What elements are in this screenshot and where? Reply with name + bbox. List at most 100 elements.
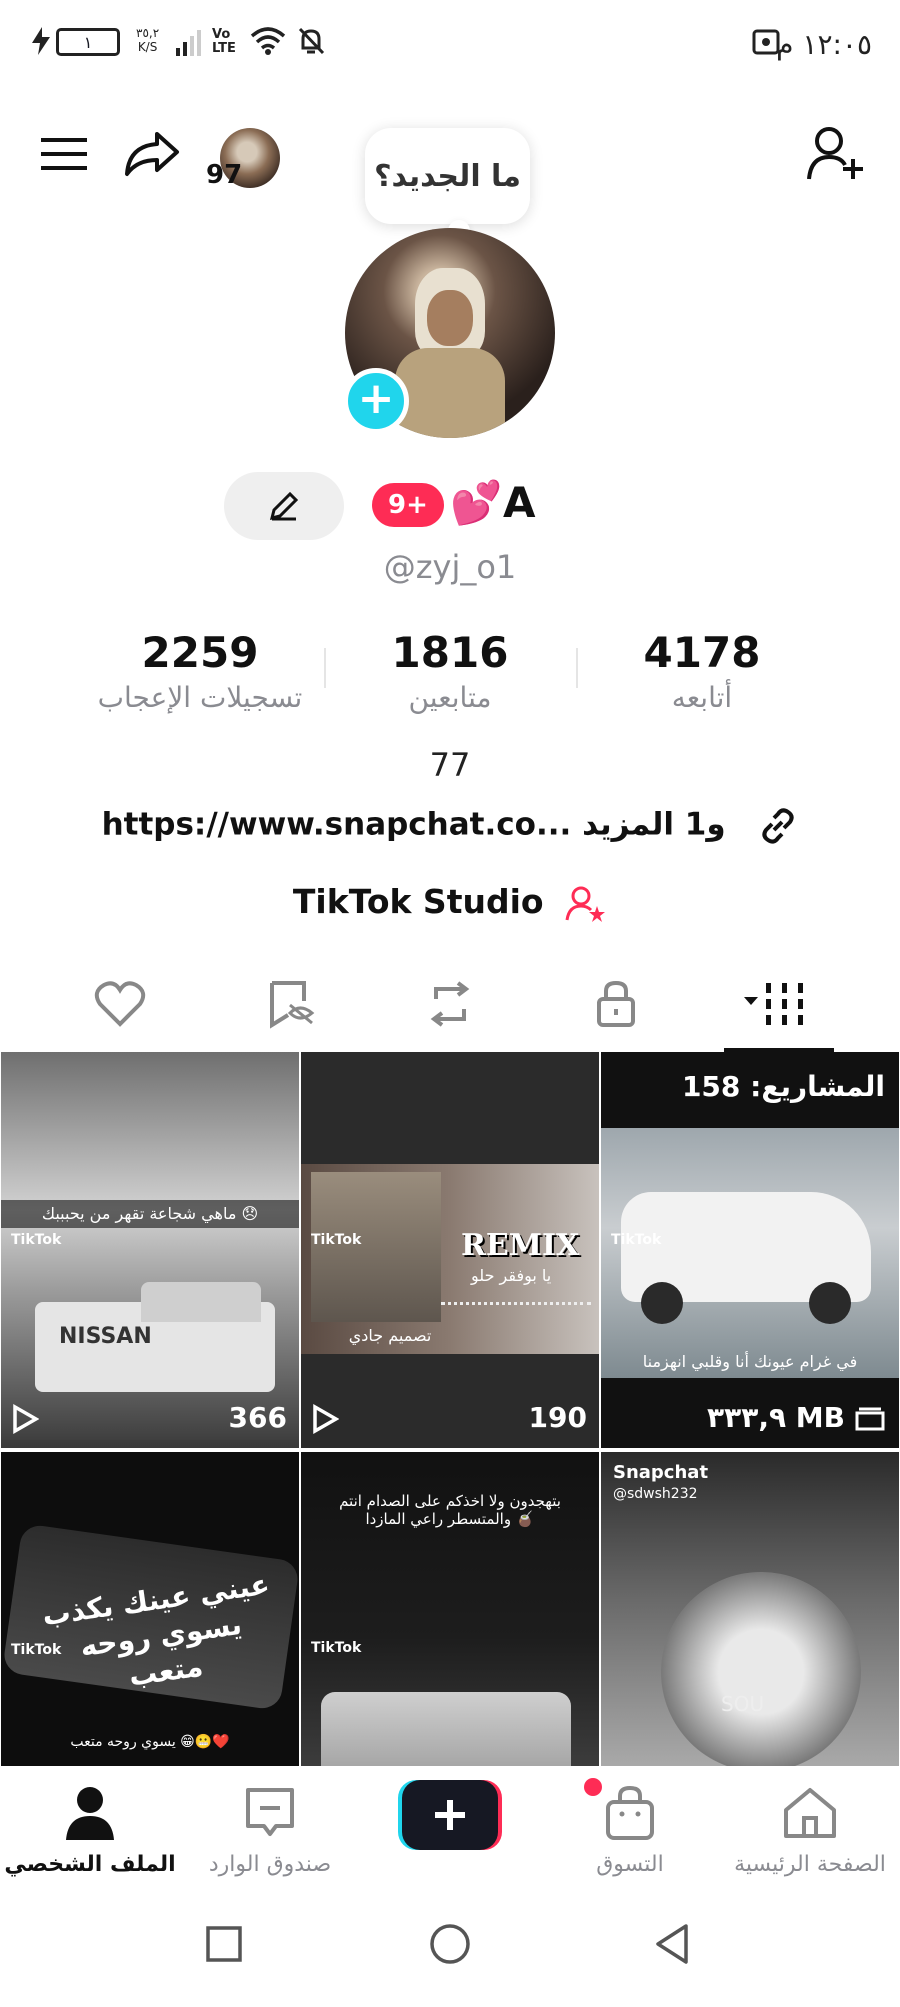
shop-notification-dot [584, 1778, 602, 1796]
tab-reposts[interactable] [390, 956, 510, 1052]
bottom-nav: الصفحة الرئيسية التسوق صندوق الوارد المل… [0, 1766, 900, 1886]
profile-icon [66, 1787, 114, 1840]
stat-label: أتابعه [671, 681, 733, 714]
drafts-size: ٣٣٣,٩ MB [707, 1401, 885, 1434]
battery-icon: ١ [56, 28, 120, 56]
folder-icon [855, 1407, 885, 1430]
home-circle-icon[interactable] [428, 1922, 472, 1966]
hearts-emoji: 💕 [450, 478, 503, 527]
play-icon [313, 1404, 339, 1434]
view-count-value: 190 [528, 1401, 587, 1434]
remix-subtitle: يا بوفقر حلو [471, 1266, 552, 1285]
nav-inbox-label: صندوق الوارد [208, 1852, 332, 1877]
status-bar: ١ ٣٥,٢ K/S Vo LTE ١٢:٠٥ م [0, 0, 900, 90]
profile-handle: @zyj_o1 [383, 548, 517, 586]
video-caption: بتهجدون ولا اخذكم على الصدام انتم والمتس… [339, 1492, 561, 1528]
drafts-size-value: ٣٣٣,٩ MB [707, 1401, 845, 1434]
video-caption: SOU [721, 1692, 765, 1716]
play-icon [13, 1404, 39, 1434]
stat-value: 2259 [141, 628, 259, 677]
content-tabs [0, 956, 900, 1052]
nav-home-label: الصفحة الرئيسية [734, 1852, 886, 1877]
whats-new-text: ما الجديد؟ [374, 158, 521, 194]
tiktok-watermark: TikTok [11, 1232, 62, 1248]
stat-followers[interactable]: 1816 متابعين [330, 628, 570, 714]
plus-icon [435, 1800, 465, 1830]
tiktok-watermark: TikTok [311, 1232, 362, 1248]
tab-favorites[interactable] [230, 956, 350, 1052]
menu-icon[interactable] [36, 126, 92, 182]
remix-title: REMIX [461, 1228, 580, 1263]
profile-name: A [503, 478, 536, 527]
charging-icon [32, 27, 50, 55]
stat-label: تسجيلات الإعجاب [97, 681, 303, 714]
profile-link[interactable]: https://www.snapchat.co... و1 المزيد [0, 806, 900, 846]
video-tile[interactable]: REMIX يا بوفقر حلو TikTok تصميم جادي 190 [301, 1052, 599, 1448]
edit-profile-button[interactable] [224, 472, 344, 540]
view-count [11, 1404, 39, 1434]
shopping-bag-icon [606, 1785, 654, 1840]
nav-home[interactable]: الصفحة الرئيسية [720, 1778, 900, 1886]
drafts-tile[interactable]: المشاريع: 158 TikTok في غرام عيونك أنا و… [601, 1052, 899, 1448]
profile-bio: 77 [429, 746, 471, 784]
view-count-value: 366 [228, 1401, 287, 1434]
system-nav-bar [0, 1890, 900, 2007]
tiktok-studio-link[interactable]: TikTok Studio [0, 882, 900, 924]
video-caption: ماهي شجاعة تقهر من يحبببك 😞 [41, 1204, 259, 1223]
nissan-text: NISSAN [59, 1324, 152, 1349]
video-caption: في غرام عيونك أنا وقلبي انهزمنا [642, 1352, 858, 1371]
battery-level: ١ [83, 33, 93, 52]
wifi-icon [250, 27, 286, 55]
nav-profile-label: الملف الشخصي [4, 1852, 176, 1877]
whats-new-bubble[interactable]: ما الجديد؟ [365, 128, 530, 224]
tab-videos[interactable] [720, 956, 840, 1052]
bookmark-hidden-icon [270, 981, 315, 1029]
inbox-icon [246, 1788, 294, 1836]
notification-badge[interactable]: 9+ [372, 483, 444, 527]
add-story-button[interactable]: + [343, 368, 409, 434]
lock-icon [597, 980, 635, 1027]
stat-likes[interactable]: 2259 تسجيلات الإعجاب [80, 628, 320, 714]
signal-icon [176, 30, 201, 56]
snapchat-handle: @sdwsh232 [613, 1486, 698, 1502]
tab-liked[interactable] [60, 956, 180, 1052]
volte-indicator: Vo LTE [212, 27, 236, 56]
network-speed: ٣٥,٢ K/S [136, 26, 160, 54]
repost-icon [430, 981, 470, 1027]
snapchat-label: Snapchat [613, 1462, 709, 1483]
view-count [311, 1404, 339, 1434]
nav-profile[interactable]: الملف الشخصي [0, 1778, 180, 1886]
tiktok-watermark: TikTok [11, 1642, 62, 1658]
stat-value: 1816 [391, 628, 509, 677]
creator-star-icon [565, 886, 606, 922]
video-caption: تصميم جادي [348, 1326, 432, 1345]
create-button[interactable] [398, 1780, 502, 1850]
nav-inbox[interactable]: صندوق الوارد [180, 1778, 360, 1886]
tiktok-studio-label: TikTok Studio [292, 882, 544, 921]
tiktok-watermark: TikTok [311, 1640, 362, 1656]
share-icon[interactable] [122, 126, 182, 182]
mute-bell-icon [298, 27, 325, 55]
clock: ١٢:٠٥ م [776, 28, 872, 61]
home-icon [784, 1788, 836, 1838]
add-friend-icon[interactable] [804, 124, 868, 184]
video-tile[interactable]: ماهي شجاعة تقهر من يحبببك 😞 NISSAN TikTo… [1, 1052, 299, 1448]
link-icon [762, 808, 795, 844]
grid-dropdown-icon [744, 983, 803, 1025]
nav-shop[interactable]: التسوق [540, 1778, 720, 1886]
story-avatar-count: 97 [206, 160, 243, 190]
heart-icon [94, 981, 146, 1027]
tab-private[interactable] [556, 956, 676, 1052]
stat-label: متابعين [408, 681, 492, 714]
stat-divider [324, 648, 326, 688]
pencil-icon [269, 491, 299, 521]
back-icon[interactable] [652, 1922, 692, 1966]
video-caption: يسوي روحه متعب 😁😬❤️ [70, 1734, 230, 1750]
nav-shop-label: التسوق [596, 1852, 664, 1877]
drafts-count: المشاريع: 158 [681, 1070, 885, 1103]
stat-following[interactable]: 4178 أتابعه [582, 628, 822, 714]
recents-icon[interactable] [204, 1924, 244, 1964]
profile-link-text: https://www.snapchat.co... و1 المزيد [101, 806, 726, 843]
stat-value: 4178 [643, 628, 761, 677]
tiktok-watermark: TikTok [611, 1232, 662, 1248]
